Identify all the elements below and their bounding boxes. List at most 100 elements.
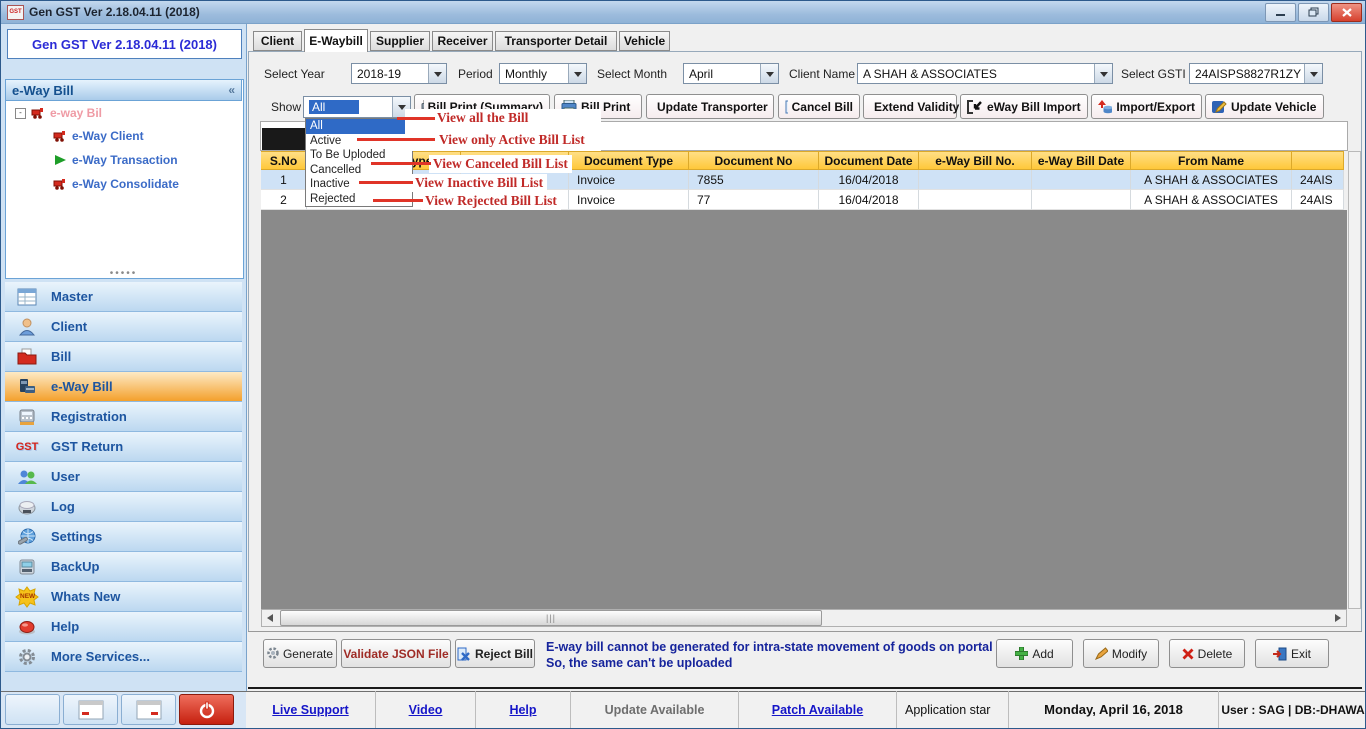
sidebar-splitter[interactable]: ••••• bbox=[1, 268, 246, 279]
select-year-dropdown[interactable]: 2018-19 bbox=[351, 63, 447, 84]
column-header bbox=[1292, 151, 1344, 170]
sidebar-item-master[interactable]: Master bbox=[5, 282, 242, 312]
tab-transporter-detail[interactable]: Transporter Detail bbox=[495, 31, 617, 51]
eway-bill-import-button[interactable]: eWay Bill Import bbox=[960, 94, 1088, 119]
sidebar-item-eway-bill[interactable]: e-Way Bill bbox=[5, 372, 242, 402]
sidebar-item-client[interactable]: Client bbox=[5, 312, 242, 342]
show-dropdown[interactable]: All bbox=[303, 96, 411, 118]
button-label: Modify bbox=[1112, 647, 1147, 661]
dropdown-option-inactive[interactable]: Inactive bbox=[306, 177, 412, 192]
sidebar-item-label: Log bbox=[51, 499, 75, 514]
annotation-view-active: View only Active Bill List bbox=[435, 131, 589, 149]
exit-button[interactable]: Exit bbox=[1255, 639, 1329, 668]
annotation-line bbox=[397, 117, 435, 120]
tree-item-eway-transaction[interactable]: e-Way Transaction bbox=[53, 153, 178, 167]
select-month-label: Select Month bbox=[597, 67, 667, 81]
modify-button[interactable]: Modify bbox=[1083, 639, 1159, 668]
client-name-dropdown[interactable]: A SHAH & ASSOCIATES bbox=[857, 63, 1113, 84]
sidebar-item-label: GST Return bbox=[51, 439, 123, 454]
dropdown-option-all[interactable]: All bbox=[306, 119, 412, 134]
cell-eway-bill-date bbox=[1032, 170, 1131, 190]
delete-button[interactable]: Delete bbox=[1169, 639, 1245, 668]
sidebar-item-gst-return[interactable]: GST GST Return bbox=[5, 432, 242, 462]
tree-item-eway-client[interactable]: e-Way Client bbox=[53, 129, 144, 143]
tree-root-eway-bill[interactable]: - e-way Bil bbox=[15, 106, 102, 120]
help-link[interactable]: Help bbox=[476, 691, 571, 728]
button-label: Generate bbox=[283, 647, 333, 661]
status-label: Application star bbox=[905, 703, 990, 717]
sidebar-item-label: Help bbox=[51, 619, 79, 634]
chevron-down-icon[interactable] bbox=[1304, 64, 1322, 83]
tab-receiver[interactable]: Receiver bbox=[432, 31, 493, 51]
tree-item-eway-consolidate[interactable]: e-Way Consolidate bbox=[53, 177, 179, 191]
annotation-line bbox=[373, 199, 423, 202]
sidebar-item-backup[interactable]: BackUp bbox=[5, 552, 242, 582]
import-export-button[interactable]: Import/Export bbox=[1091, 94, 1202, 119]
sidebar-item-more-services[interactable]: More Services... bbox=[5, 642, 242, 672]
sidebar-item-help[interactable]: Help bbox=[5, 612, 242, 642]
date-label: Monday, April 16, 2018 bbox=[1044, 702, 1183, 717]
tab-label: Vehicle bbox=[624, 34, 665, 48]
scroll-left-icon[interactable] bbox=[262, 610, 278, 626]
sidebar-item-settings[interactable]: Settings bbox=[5, 522, 242, 552]
restore-button[interactable] bbox=[1298, 3, 1329, 22]
column-header: e-Way Bill Date bbox=[1032, 151, 1131, 170]
cell-sno: 2 bbox=[261, 190, 307, 210]
update-vehicle-button[interactable]: Update Vehicle bbox=[1205, 94, 1324, 119]
collapse-panel-icon[interactable]: « bbox=[228, 83, 235, 97]
sidebar-item-whats-new[interactable]: NEW Whats New bbox=[5, 582, 242, 612]
sidebar-item-log[interactable]: Log bbox=[5, 492, 242, 522]
cancel-bill-button[interactable]: Cancel Bill bbox=[778, 94, 860, 119]
sidebar-item-bill[interactable]: Bill bbox=[5, 342, 242, 372]
cell-document-no: 7855 bbox=[689, 170, 819, 190]
reject-bill-button[interactable]: Reject Bill bbox=[455, 639, 535, 668]
window-title: Gen GST Ver 2.18.04.11 (2018) bbox=[29, 5, 200, 19]
tab-vehicle[interactable]: Vehicle bbox=[619, 31, 670, 51]
update-transporter-button[interactable]: Update Transporter bbox=[646, 94, 774, 119]
collapse-left-panel-button[interactable] bbox=[63, 694, 118, 725]
update-available-status: Update Available bbox=[571, 691, 739, 728]
footer-blank-button[interactable] bbox=[5, 694, 60, 725]
tab-client[interactable]: Client bbox=[253, 31, 302, 51]
chevron-down-icon[interactable] bbox=[1094, 64, 1112, 83]
cell-from-gstin: 24AIS bbox=[1292, 190, 1344, 210]
horizontal-scrollbar[interactable]: ||| bbox=[261, 609, 1347, 627]
link-label: Patch Available bbox=[772, 703, 863, 717]
tab-supplier[interactable]: Supplier bbox=[370, 31, 430, 51]
add-button[interactable]: Add bbox=[996, 639, 1073, 668]
generate-button[interactable]: Generate bbox=[263, 639, 337, 668]
cancel-icon bbox=[785, 100, 788, 114]
patch-available-link[interactable]: Patch Available bbox=[739, 691, 897, 728]
eway-bill-panel-header[interactable]: e-Way Bill « bbox=[5, 79, 242, 101]
button-label: Update Vehicle bbox=[1231, 100, 1316, 114]
annotation-view-inactive: View Inactive Bill List bbox=[411, 174, 547, 192]
close-button[interactable] bbox=[1331, 3, 1362, 22]
dropdown-option-to-be-uploded[interactable]: To Be Uploded bbox=[306, 148, 412, 163]
chevron-down-icon[interactable] bbox=[760, 64, 778, 83]
video-link[interactable]: Video bbox=[376, 691, 476, 728]
power-off-button[interactable] bbox=[179, 694, 234, 725]
more-services-gear-icon bbox=[15, 648, 39, 666]
green-arrow-icon bbox=[53, 154, 67, 166]
minimize-button[interactable] bbox=[1265, 3, 1296, 22]
scroll-right-icon[interactable] bbox=[1330, 610, 1346, 626]
sidebar-item-user[interactable]: User bbox=[5, 462, 242, 492]
tree-collapse-icon[interactable]: - bbox=[15, 108, 26, 119]
live-support-link[interactable]: Live Support bbox=[246, 691, 376, 728]
extend-validity-button[interactable]: Extend Validity bbox=[863, 94, 957, 119]
tab-e-waybill[interactable]: E-Waybill bbox=[304, 29, 368, 52]
period-dropdown[interactable]: Monthly bbox=[499, 63, 587, 84]
validate-json-button[interactable]: Validate JSON File bbox=[341, 639, 451, 668]
vertical-scrollbar[interactable] bbox=[1348, 151, 1361, 609]
select-gstin-dropdown[interactable]: 24AISPS8827R1ZY bbox=[1189, 63, 1323, 84]
cell-document-type: Invoice bbox=[569, 190, 689, 210]
chevron-down-icon[interactable] bbox=[568, 64, 586, 83]
select-month-dropdown[interactable]: April bbox=[683, 63, 779, 84]
column-header: Document No bbox=[689, 151, 819, 170]
scrollbar-thumb[interactable]: ||| bbox=[280, 610, 822, 626]
eway-cart-icon bbox=[53, 178, 67, 190]
sidebar-item-registration[interactable]: Registration bbox=[5, 402, 242, 432]
tab-label: Supplier bbox=[376, 34, 424, 48]
chevron-down-icon[interactable] bbox=[428, 64, 446, 83]
collapse-right-panel-button[interactable] bbox=[121, 694, 176, 725]
